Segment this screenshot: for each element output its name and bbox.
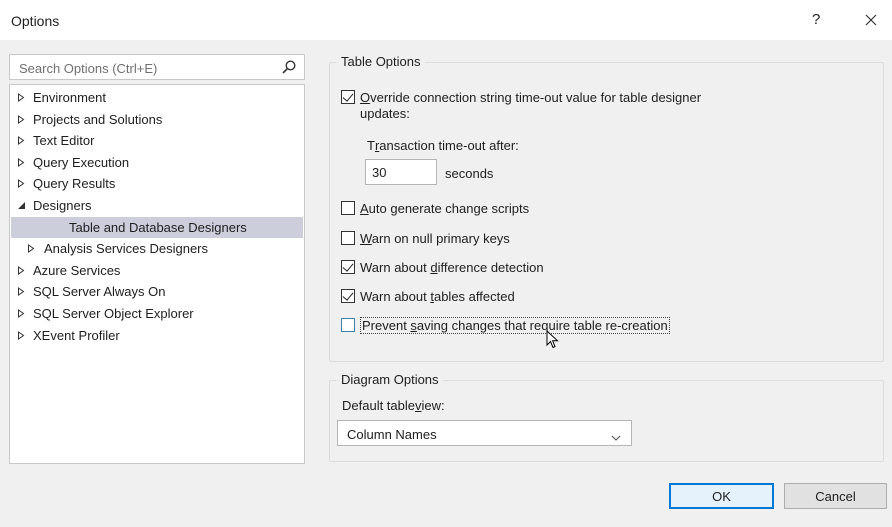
override-checkbox[interactable] [341, 90, 355, 104]
tree-expand-icon[interactable] [15, 173, 27, 194]
cancel-button[interactable]: Cancel [784, 483, 887, 509]
tree-expand-icon[interactable] [15, 325, 27, 346]
prevent-saving-checkbox[interactable] [341, 318, 355, 332]
tree-item-label: Azure Services [33, 262, 121, 278]
help-button[interactable]: ? [812, 11, 820, 28]
tree-expand-icon[interactable] [15, 152, 27, 173]
default-view-label: Default table v iew: [342, 397, 445, 413]
ok-button[interactable]: OK [669, 483, 774, 509]
tree-item-label: Query Results [33, 176, 116, 192]
tree-item-label: Query Execution [33, 154, 130, 170]
timeout-unit: seconds [445, 165, 494, 181]
title-bar: Options ? [0, 0, 892, 40]
override-label-line2: updates: [360, 105, 410, 121]
mouse-cursor-icon [546, 330, 559, 349]
diagram-options-title: Diagram Options [337, 372, 443, 387]
warn-null-checkbox[interactable] [341, 231, 355, 245]
tree-item[interactable]: SQL Server Always On [11, 281, 303, 302]
tree-item-label: XEvent Profiler [33, 327, 120, 343]
tree-item[interactable]: XEvent Profiler [11, 325, 303, 346]
search-input[interactable]: Search Options (Ctrl+E) [9, 54, 305, 80]
search-icon[interactable] [281, 59, 297, 75]
options-tree: Environment Projects and Solutions Text Ed… [9, 84, 305, 464]
tree-item-label: Environment [33, 90, 106, 105]
table-options-title: Table Options [337, 54, 425, 69]
warn-null-label: Warn on null primary keys [360, 230, 510, 246]
tree-item[interactable]: Analysis Services Designers [11, 238, 303, 259]
timeout-label: Tr ansaction time-out after: [367, 137, 519, 153]
auto-generate-row[interactable]: Auto generate change scripts [341, 199, 529, 217]
tree-item-label: Projects and Solutions [33, 111, 163, 127]
tree-expand-icon[interactable] [15, 87, 27, 108]
close-icon[interactable] [860, 9, 882, 31]
search-placeholder: Search Options (Ctrl+E) [19, 61, 158, 76]
warn-null-row[interactable]: Warn on null primary keys [341, 229, 510, 247]
tree-expand-icon[interactable] [15, 260, 27, 281]
tree-item[interactable]: Query Execution [11, 152, 303, 173]
auto-generate-label: Auto generate change scripts [360, 200, 530, 216]
tree-item[interactable]: Query Results [11, 173, 303, 194]
tree-item-label: Analysis Services Designers [44, 241, 209, 257]
tree-item[interactable]: SQL Server Object Explorer [11, 303, 303, 324]
override-label: Override connection string time-out valu… [360, 89, 702, 105]
prevent-saving-label: Prevent saving changes that require tabl… [360, 316, 670, 334]
auto-generate-checkbox[interactable] [341, 201, 355, 215]
timeout-input[interactable]: 30 [365, 159, 437, 185]
warn-diff-row[interactable]: Warn about difference detection [341, 258, 544, 276]
tree-item[interactable]: Table and Database Designers [11, 216, 303, 238]
tree-expand-icon[interactable] [25, 238, 37, 259]
default-view-value: Column Names [347, 427, 437, 442]
tree-item-label: SQL Server Object Explorer [33, 306, 194, 321]
window-title: Options [11, 13, 60, 29]
tree-item[interactable]: Designers [11, 195, 303, 216]
tree-item-label: SQL Server Always On [33, 284, 166, 300]
tree-expand-icon[interactable] [15, 109, 27, 130]
tree-expand-icon[interactable] [15, 130, 27, 151]
chevron-down-icon [611, 430, 621, 441]
tree-item[interactable]: Projects and Solutions [11, 109, 303, 130]
tree-item[interactable]: Azure Services [11, 260, 303, 281]
tree-item-label: Text Editor [33, 133, 95, 149]
tree-item[interactable]: Text Editor [11, 130, 303, 151]
warn-tables-row[interactable]: Warn about tables affected [341, 287, 515, 305]
tree-collapse-icon[interactable] [15, 195, 27, 216]
tree-item-label: Designers [33, 198, 92, 213]
tree-expand-icon[interactable] [15, 281, 27, 302]
default-view-select[interactable]: Column Names [337, 420, 632, 446]
tree-item[interactable]: Environment [11, 87, 303, 108]
tree-expand-icon[interactable] [15, 303, 27, 324]
warn-tables-label: Warn about tables affected [360, 288, 515, 304]
warn-tables-checkbox[interactable] [341, 289, 355, 303]
warn-diff-label: Warn about difference detection [360, 259, 544, 275]
prevent-saving-row[interactable]: Prevent saving changes that require tabl… [341, 316, 670, 334]
warn-diff-checkbox[interactable] [341, 260, 355, 274]
tree-item-label: Table and Database Designers [69, 219, 247, 235]
